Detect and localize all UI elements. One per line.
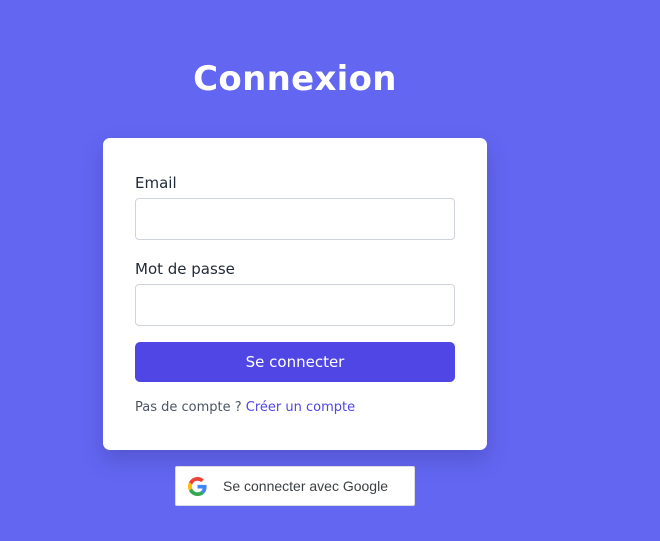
signup-prompt: Pas de compte ? bbox=[135, 400, 242, 415]
email-label: Email bbox=[135, 174, 177, 192]
password-label: Mot de passe bbox=[135, 260, 235, 278]
login-button[interactable]: Se connecter bbox=[135, 342, 455, 382]
login-card: Email Mot de passe Se connecter Pas de c… bbox=[103, 138, 487, 450]
google-icon bbox=[188, 477, 207, 496]
password-input[interactable] bbox=[135, 284, 455, 326]
signup-line: Pas de compte ? Créer un compte bbox=[135, 399, 355, 417]
create-account-link[interactable]: Créer un compte bbox=[246, 400, 355, 415]
google-signin-button[interactable]: Se connecter avec Google bbox=[175, 466, 415, 506]
google-signin-label: Se connecter avec Google bbox=[223, 478, 388, 494]
email-input[interactable] bbox=[135, 198, 455, 240]
page-title: Connexion bbox=[193, 59, 397, 99]
